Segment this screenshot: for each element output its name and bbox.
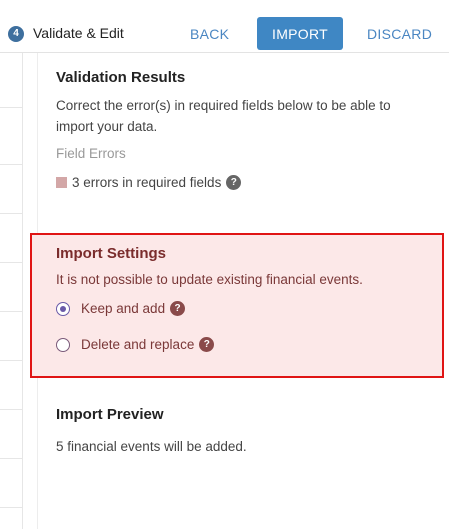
top-bar: 4 Validate & Edit BACK IMPORT DISCARD	[0, 0, 449, 53]
table-row	[0, 311, 22, 312]
table-row	[0, 360, 22, 361]
keep-and-add-option[interactable]: Keep and add ?	[56, 301, 186, 316]
table-row	[0, 164, 22, 165]
step-title: Validate & Edit	[33, 25, 124, 41]
discard-button[interactable]: DISCARD	[367, 26, 432, 42]
table-row	[0, 262, 22, 263]
left-table-stub	[0, 53, 23, 529]
import-preview-summary: 5 financial events will be added.	[56, 439, 247, 454]
help-icon[interactable]: ?	[199, 337, 215, 352]
error-summary-row: 3 errors in required fields ?	[56, 174, 242, 190]
import-settings-title: Import Settings	[56, 245, 167, 262]
help-icon[interactable]: ?	[170, 301, 186, 316]
delete-and-replace-radio[interactable]	[56, 337, 70, 352]
validation-description-line1: Correct the error(s) in required fields …	[56, 98, 391, 113]
import-settings-panel: Import Settings It is not possible to up…	[30, 233, 444, 378]
delete-and-replace-label: Delete and replace	[81, 337, 195, 352]
import-preview-title: Import Preview	[56, 406, 164, 423]
table-row	[0, 107, 22, 108]
back-button[interactable]: BACK	[190, 26, 229, 42]
import-settings-note: It is not possible to update existing fi…	[56, 272, 363, 287]
help-icon[interactable]: ?	[226, 174, 242, 190]
table-row	[0, 507, 22, 508]
keep-and-add-radio[interactable]	[56, 301, 70, 316]
step-number-badge: 4	[8, 26, 24, 42]
validation-results-title: Validation Results	[56, 69, 186, 86]
field-errors-label: Field Errors	[56, 146, 126, 161]
table-row	[0, 409, 22, 410]
keep-and-add-label: Keep and add	[81, 301, 166, 316]
validation-description-line2: import your data.	[56, 119, 158, 134]
error-color-swatch	[56, 176, 67, 188]
import-button[interactable]: IMPORT	[257, 17, 343, 50]
table-row	[0, 458, 22, 459]
error-summary-text: 3 errors in required fields	[72, 174, 222, 190]
delete-and-replace-option[interactable]: Delete and replace ?	[56, 337, 215, 352]
table-row	[0, 213, 22, 214]
